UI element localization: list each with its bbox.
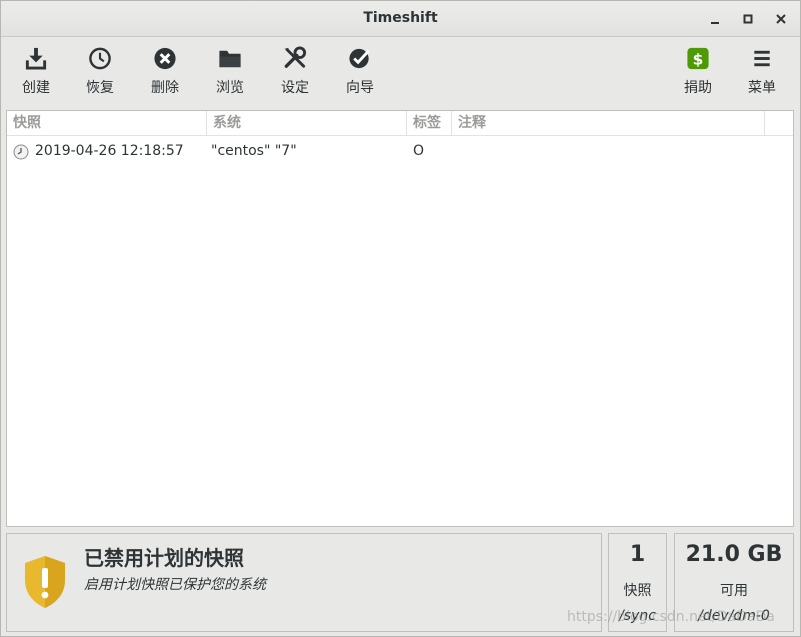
column-header-system[interactable]: 系统	[207, 111, 407, 136]
download-icon	[25, 47, 47, 70]
wizard-button[interactable]: 向导	[338, 43, 382, 97]
table-header: 快照 系统 标签 注释	[7, 111, 793, 136]
create-label: 创建	[22, 80, 50, 96]
maximize-icon	[743, 14, 753, 24]
menu-button[interactable]: 菜单	[740, 43, 784, 97]
dollar-icon: $	[687, 47, 709, 70]
column-header-comment[interactable]: 注释	[452, 111, 765, 136]
status-title: 已禁用计划的快照	[84, 546, 244, 570]
donate-button[interactable]: $ 捐助	[676, 43, 720, 97]
snapshot-clock-icon	[13, 144, 29, 160]
svg-text:$: $	[693, 50, 704, 68]
status-subtitle: 启用计划快照已保护您的系统	[84, 577, 266, 593]
hamburger-menu-icon	[754, 50, 770, 67]
settings-button[interactable]: 设定	[273, 43, 317, 97]
remove-circle-icon	[154, 47, 176, 70]
browse-label: 浏览	[216, 80, 244, 96]
snapshot-date: 2019-04-26 12:18:57	[35, 143, 184, 159]
window-title: Timeshift	[363, 10, 438, 26]
tools-icon	[284, 46, 307, 68]
table-row[interactable]: 2019-04-26 12:18:57 "centos" "7" O	[7, 138, 793, 164]
warning-shield-icon	[25, 556, 65, 608]
watermark-text: https://blog.csdn.net/DaDaDa	[567, 609, 775, 625]
title-bar[interactable]: Timeshift	[1, 1, 800, 37]
delete-label: 删除	[151, 80, 179, 96]
settings-label: 设定	[281, 80, 309, 96]
free-space-label: 可用	[720, 583, 748, 599]
snapshot-tags: O	[413, 143, 425, 159]
column-header-tags[interactable]: 标签	[407, 111, 452, 136]
snapshot-count-label: 快照	[623, 583, 652, 599]
checkmark-icon	[349, 48, 370, 69]
timeshift-window: Timeshift 创建 恢复 删除 浏览 设定 向导 $ 捐助 菜单 快照 系…	[0, 0, 801, 637]
snapshot-list[interactable]: 快照 系统 标签 注释 2019-04-26 12:18:57 "centos"…	[6, 110, 794, 527]
create-button[interactable]: 创建	[14, 43, 58, 97]
close-button[interactable]	[771, 9, 791, 29]
minimize-icon	[711, 22, 719, 24]
free-space-value: 21.0 GB	[685, 542, 783, 567]
browse-button[interactable]: 浏览	[208, 43, 252, 97]
maximize-button[interactable]	[738, 9, 758, 29]
donate-label: 捐助	[684, 80, 712, 96]
snapshot-system: "centos" "7"	[211, 143, 297, 159]
menu-label: 菜单	[748, 80, 776, 96]
delete-button[interactable]: 删除	[143, 43, 187, 97]
minimize-button[interactable]	[705, 9, 725, 29]
snapshot-count: 1	[629, 542, 646, 567]
status-panel: 已禁用计划的快照 启用计划快照已保护您的系统	[6, 533, 602, 632]
column-header-snapshot[interactable]: 快照	[7, 111, 207, 136]
wizard-label: 向导	[346, 80, 374, 96]
restore-button[interactable]: 恢复	[78, 43, 122, 97]
folder-icon	[219, 50, 241, 68]
clock-icon	[89, 47, 111, 70]
close-icon	[776, 14, 786, 24]
restore-label: 恢复	[86, 80, 114, 96]
main-toolbar: 创建 恢复 删除 浏览 设定 向导 $ 捐助 菜单	[1, 37, 800, 105]
